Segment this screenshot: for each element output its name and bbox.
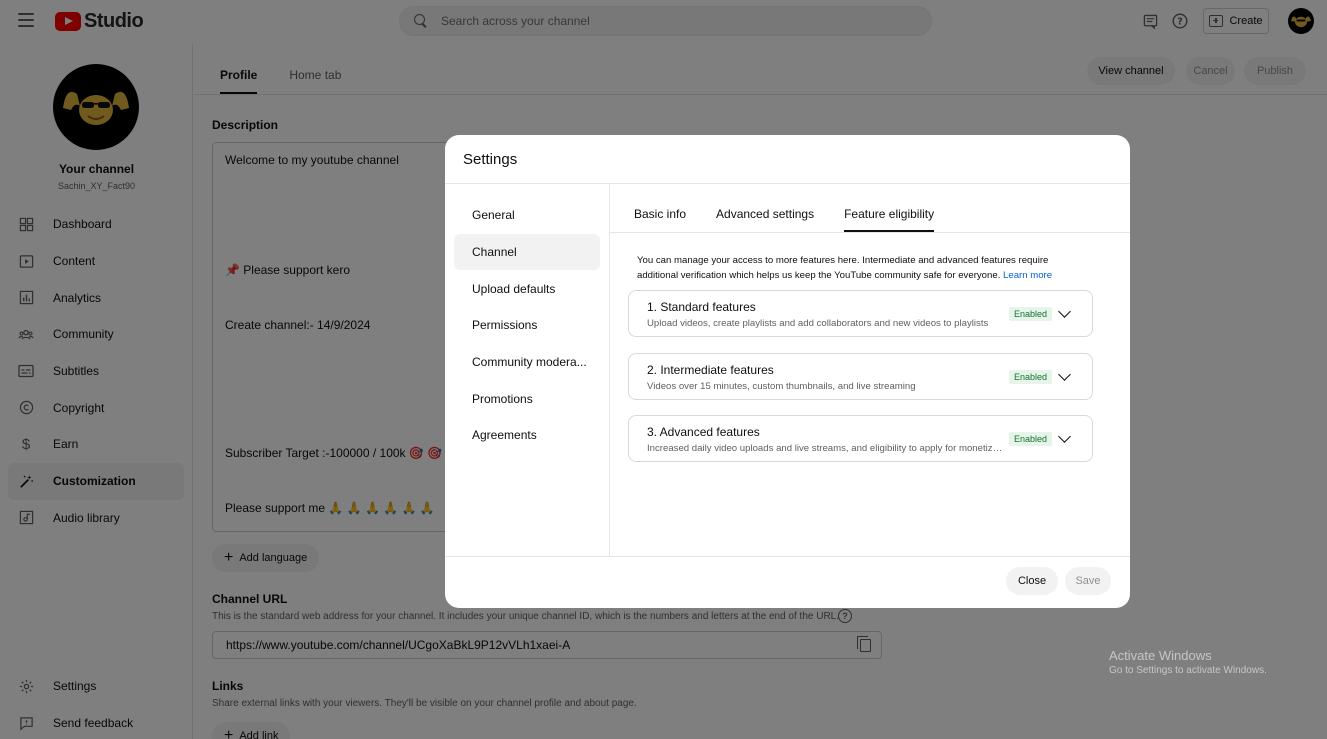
tab-advanced-settings[interactable]: Advanced settings bbox=[716, 184, 814, 232]
windows-activation-watermark: Activate Windows Go to Settings to activ… bbox=[1109, 648, 1267, 676]
feature-title: 1. Standard features bbox=[647, 300, 756, 314]
status-badge: Enabled bbox=[1009, 307, 1053, 321]
feature-card-intermediate[interactable]: 2. Intermediate features Videos over 15 … bbox=[628, 353, 1093, 400]
learn-more-link[interactable]: Learn more bbox=[1003, 270, 1052, 281]
settings-nav-upload-defaults[interactable]: Upload defaults bbox=[454, 270, 600, 307]
dialog-footer-divider bbox=[445, 556, 1130, 557]
feature-subtitle: Upload videos, create playlists and add … bbox=[647, 318, 989, 329]
feature-title: 2. Intermediate features bbox=[647, 363, 774, 377]
watermark-title: Activate Windows bbox=[1109, 648, 1212, 663]
status-badge: Enabled bbox=[1009, 432, 1053, 446]
chevron-down-icon[interactable] bbox=[1058, 305, 1071, 318]
feature-title: 3. Advanced features bbox=[647, 425, 760, 439]
channel-settings-tabs: Basic info Advanced settings Feature eli… bbox=[634, 184, 964, 232]
feature-card-standard[interactable]: 1. Standard features Upload videos, crea… bbox=[628, 290, 1093, 337]
tab-basic-info[interactable]: Basic info bbox=[634, 184, 686, 232]
chevron-down-icon[interactable] bbox=[1058, 430, 1071, 443]
feature-subtitle: Increased daily video uploads and live s… bbox=[647, 443, 1007, 454]
tab-feature-eligibility[interactable]: Feature eligibility bbox=[844, 184, 935, 232]
settings-nav: General Channel Upload defaults Permissi… bbox=[454, 197, 600, 454]
intro-text: You can manage your access to more featu… bbox=[637, 255, 1049, 281]
settings-nav-channel[interactable]: Channel bbox=[454, 233, 600, 271]
status-badge: Enabled bbox=[1009, 370, 1053, 384]
feature-eligibility-intro: You can manage your access to more featu… bbox=[637, 253, 1077, 283]
dialog-title: Settings bbox=[463, 151, 518, 168]
feature-card-advanced[interactable]: 3. Advanced features Increased daily vid… bbox=[628, 415, 1093, 462]
settings-dialog: Settings General Channel Upload defaults… bbox=[445, 135, 1130, 608]
settings-nav-promotions[interactable]: Promotions bbox=[454, 380, 600, 417]
chevron-down-icon[interactable] bbox=[1058, 368, 1071, 381]
watermark-subtitle: Go to Settings to activate Windows. bbox=[1109, 665, 1267, 676]
settings-nav-agreements[interactable]: Agreements bbox=[454, 417, 600, 454]
settings-nav-permissions[interactable]: Permissions bbox=[454, 307, 600, 344]
feature-subtitle: Videos over 15 minutes, custom thumbnail… bbox=[647, 381, 916, 392]
dialog-tabs-divider bbox=[610, 232, 1130, 233]
settings-nav-community-moderation[interactable]: Community modera... bbox=[454, 344, 600, 381]
close-button[interactable]: Close bbox=[1006, 567, 1058, 595]
settings-nav-general[interactable]: General bbox=[454, 197, 600, 234]
settings-nav-panel: General Channel Upload defaults Permissi… bbox=[445, 184, 610, 556]
save-button[interactable]: Save bbox=[1065, 567, 1111, 595]
